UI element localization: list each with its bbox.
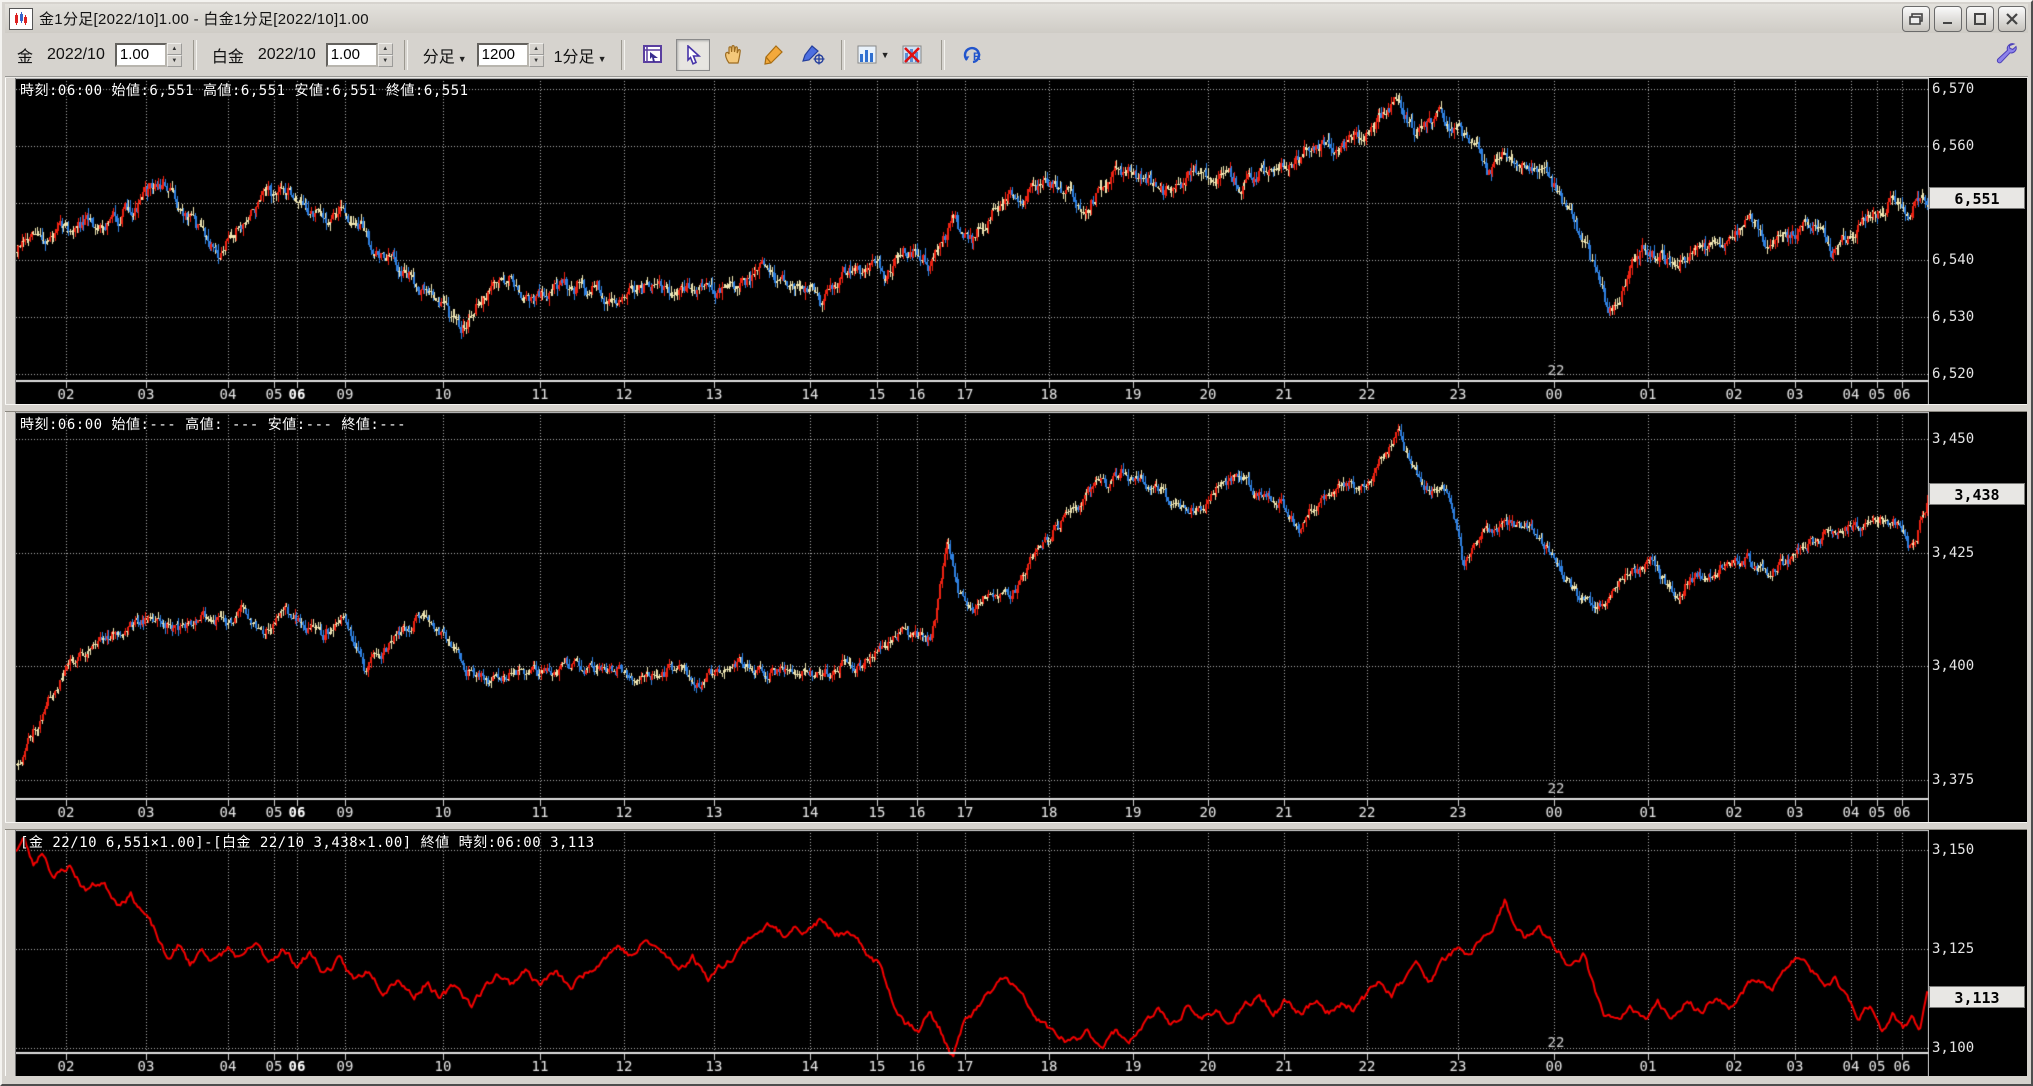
remove-chart-button[interactable] [896,39,930,71]
spread-plot: [金 22/10 6,551×1.00]-[白金 22/10 3,438×1.0… [16,830,1929,1076]
hand-icon [725,44,742,64]
gold-chart-panel: 時刻:06:00 始値:6,551 高値:6,551 安値:6,551 終値:6… [5,78,2027,404]
gold-chart-canvas[interactable] [16,78,1929,404]
timeframe-dropdown[interactable]: 1分足 ▼ [554,43,607,67]
current-price-tag: 6,551 [1929,186,2025,209]
maximize-button[interactable] [1966,5,1994,32]
chart-area: 時刻:06:00 始値:6,551 高値:6,551 安値:6,551 終値:6… [5,78,2027,1076]
draw-line-button[interactable] [756,39,790,71]
chevron-down-icon: ▼ [880,49,890,60]
interval-type-dropdown[interactable]: 分足 ▼ [423,43,467,67]
y-axis-label: 3,425 [1932,544,1975,561]
y-axis-label: 3,150 [1932,841,1975,858]
toolbar-separator [403,39,408,70]
ohlc-info-line: 時刻:06:00 始値:--- 高値: --- 安値:--- 終値:--- [20,417,407,433]
minimize-button[interactable] [1934,5,1962,32]
y-axis-label: 6,520 [1932,366,1975,383]
chart-select-icon [643,44,663,63]
panel-grip[interactable] [5,412,16,822]
spinner-up-button[interactable]: ▲ [377,42,393,55]
minimize-icon [1943,21,1952,24]
wrench-icon [1996,43,2017,64]
platinum-chart-panel: 時刻:06:00 始値:--- 高値: --- 安値:--- 終値:--- 3,… [5,412,2027,822]
cursor-button[interactable] [676,38,711,71]
bar-chart-icon [857,45,877,63]
gold-plot: 時刻:06:00 始値:6,551 高値:6,551 安値:6,551 終値:6… [16,78,1929,404]
platinum-month-label: 2022/10 [257,45,316,63]
spinner-up-button[interactable]: ▲ [528,42,544,55]
candlestick-chart-icon [9,7,33,30]
reload-button[interactable]: R [956,39,990,71]
current-price-tag: 3,438 [1929,482,2025,505]
gold-month-label: 2022/10 [47,45,105,63]
bar-count-spinner: ▲▼ [476,42,544,67]
y-axis-label: 3,375 [1932,771,1975,788]
platinum-ratio-input[interactable] [325,42,378,67]
spread-chart-canvas[interactable] [16,830,1929,1076]
gold-price-axis: 6,551 6,5706,5606,5506,5406,5306,520 [1929,78,2027,404]
toolbar-separator [841,39,846,70]
toolbar-separator [621,39,626,70]
spinner-down-button[interactable]: ▼ [528,54,544,67]
y-axis-label: 6,570 [1932,81,1975,98]
chart-type-button[interactable]: ▼ [856,39,890,71]
spinner-up-button[interactable]: ▲ [166,42,182,55]
gold-symbol-label: 金 [17,48,34,66]
draw-marker-button[interactable] [796,39,830,71]
y-axis-label: 3,400 [1932,658,1975,675]
spread-info-line: [金 22/10 6,551×1.00]-[白金 22/10 3,438×1.0… [20,835,595,851]
platinum-symbol-label: 白金 [211,48,244,66]
current-price-tag: 3,113 [1929,985,2025,1008]
cascade-icon [1909,12,1923,25]
platinum-price-axis: 3,438 3,450 3,425 3,400 3,375 [1929,412,2027,822]
cursor-icon [687,44,702,65]
toolbar-separator [941,39,946,70]
titlebar: 金1分足[2022/10]1.00 - 白金1分足[2022/10]1.00 [5,4,2028,34]
platinum-chart-canvas[interactable] [16,412,1929,822]
marker-crosshair-icon [802,44,825,64]
settings-wrench-button[interactable] [1994,40,2028,69]
panel-grip[interactable] [5,78,16,404]
spread-price-axis: 3,113 3,150 3,125 3,100 [1929,830,2027,1076]
y-axis-label: 3,125 [1932,940,1975,957]
gold-ratio-input[interactable] [114,42,167,67]
bar-count-input[interactable] [476,42,529,67]
chevron-down-icon: ▼ [597,53,607,64]
y-axis-label: 3,450 [1932,431,1975,448]
toolbar-separator [192,39,197,70]
window-title: 金1分足[2022/10]1.00 - 白金1分足[2022/10]1.00 [39,11,369,28]
ohlc-info-line: 時刻:06:00 始値:6,551 高値:6,551 安値:6,551 終値:6… [20,83,469,99]
svg-text:R: R [973,51,981,63]
panel-splitter[interactable] [5,404,2027,412]
y-axis-label: 6,560 [1932,138,1975,155]
close-button[interactable] [1998,5,2026,32]
toolbar: 金 2022/10 ▲▼ 白金 2022/10 ▲▼ 分足▼ ▲▼ 1分足▼ [5,33,2028,78]
spread-chart-panel: [金 22/10 6,551×1.00]-[白金 22/10 3,438×1.0… [5,830,2027,1076]
y-axis-label: 6,530 [1932,309,1975,326]
gold-ratio-spinner: ▲▼ [114,42,182,67]
y-axis-label: 6,540 [1932,252,1975,269]
platinum-ratio-spinner: ▲▼ [325,42,393,67]
maximize-icon [1974,12,1986,25]
y-axis-label: 3,100 [1932,1040,1975,1057]
panel-splitter[interactable] [5,822,2027,830]
chevron-down-icon: ▼ [457,53,467,64]
chart-select-button[interactable] [636,39,670,71]
spinner-down-button[interactable]: ▼ [377,54,393,67]
remove-chart-icon [902,45,922,63]
close-icon [2006,12,2018,25]
spinner-down-button[interactable]: ▼ [166,54,182,67]
cascade-windows-button[interactable] [1902,5,1930,32]
app-window: 金1分足[2022/10]1.00 - 白金1分足[2022/10]1.00 金… [0,0,2033,1086]
panel-grip[interactable] [5,830,16,1076]
reload-icon: R [964,46,981,63]
platinum-plot: 時刻:06:00 始値:--- 高値: --- 安値:--- 終値:--- [16,412,1929,822]
pencil-icon [764,44,784,65]
pan-button[interactable] [716,39,750,71]
